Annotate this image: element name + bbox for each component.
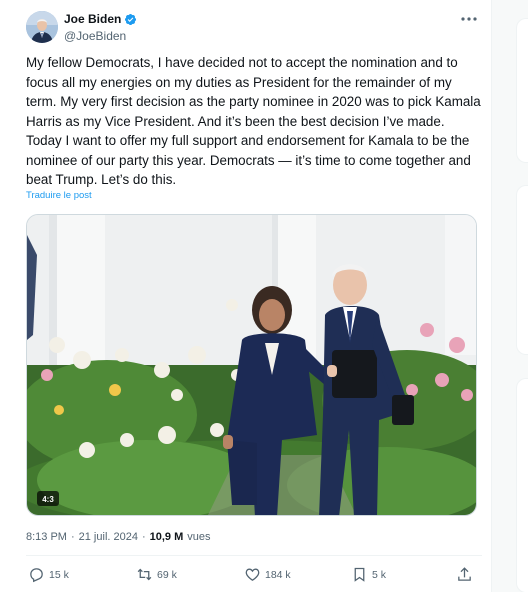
repost-icon <box>137 568 152 581</box>
bookmark-button[interactable]: 5 k <box>351 566 386 583</box>
author-handle[interactable]: @JoeBiden <box>64 29 126 43</box>
views-count: 10,9 M <box>149 531 184 543</box>
tweet-time[interactable]: 8:13 PM <box>26 531 67 543</box>
action-divider <box>26 555 482 556</box>
meta-separator-2: · <box>141 531 146 543</box>
tweet-card: Joe Biden @JoeBiden My fellow Democrats,… <box>0 0 492 592</box>
share-icon <box>458 567 471 581</box>
like-button[interactable]: 184 k <box>244 566 291 583</box>
reply-count: 15 k <box>49 568 69 581</box>
sidebar-card-edge-3 <box>516 378 528 592</box>
verified-badge-icon <box>124 13 137 26</box>
action-bar: 15 k 69 k 184 k 5 k <box>26 566 478 590</box>
sidebar-card-edge-2 <box>516 185 528 355</box>
author-avatar[interactable] <box>26 11 58 43</box>
repost-count: 69 k <box>157 568 177 581</box>
media-ratio-badge: 4:3 <box>42 495 54 504</box>
like-count: 184 k <box>265 568 291 581</box>
author-name-row: Joe Biden <box>64 12 137 26</box>
meta-separator: · <box>70 531 75 543</box>
share-button[interactable] <box>456 566 473 583</box>
reply-button[interactable]: 15 k <box>28 566 69 583</box>
photo-image: 4:3 <box>27 215 476 515</box>
tweet-media-photo[interactable]: 4:3 <box>26 214 477 516</box>
author-display-name[interactable]: Joe Biden <box>64 12 121 26</box>
tweet-text: My fellow Democrats, I have decided not … <box>26 55 481 187</box>
reply-icon <box>30 568 43 583</box>
sidebar-card-edge <box>516 18 528 163</box>
tweet-header: Joe Biden @JoeBiden <box>26 10 482 46</box>
more-options-icon[interactable] <box>456 10 482 28</box>
repost-button[interactable]: 69 k <box>136 566 177 583</box>
translate-post-link[interactable]: Traduire le post <box>26 190 92 201</box>
bookmark-icon <box>354 567 365 582</box>
tweet-date[interactable]: 21 juil. 2024 <box>79 531 138 543</box>
heart-icon <box>245 568 260 581</box>
bookmark-count: 5 k <box>372 568 387 581</box>
tweet-meta: 8:13 PM · 21 juil. 2024 · 10,9 M vues <box>26 531 211 543</box>
avatar-photo-icon <box>26 11 58 43</box>
views-label: vues <box>187 531 211 543</box>
